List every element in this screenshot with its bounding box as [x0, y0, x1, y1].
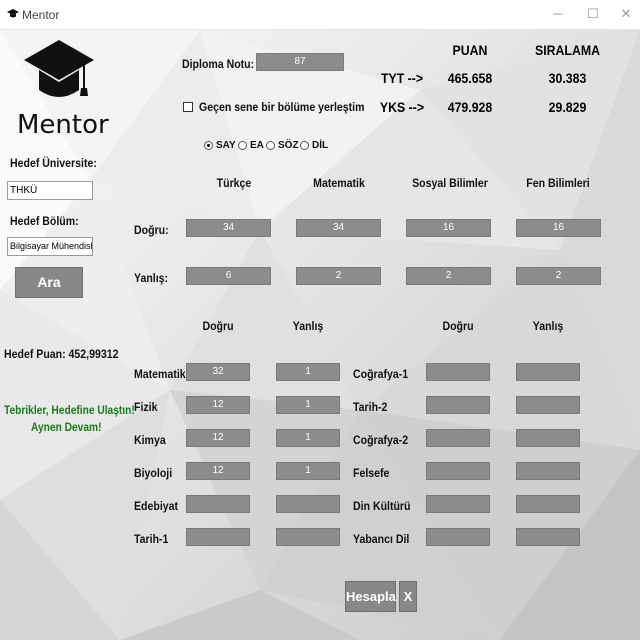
tyt-sosyal-dogru[interactable]: 16: [406, 219, 491, 237]
tarih2-dogru-input[interactable]: [426, 396, 490, 414]
subject-biyoloji-label: Biyoloji: [134, 466, 173, 480]
fizik-dogru-input[interactable]: 12: [186, 396, 250, 414]
tyt-puan: 465.658: [447, 70, 493, 86]
radio-say-label: SAY: [216, 140, 236, 151]
yks-siralama: 29.829: [548, 99, 587, 115]
ara-button[interactable]: Ara: [15, 267, 83, 298]
congrats-line-1: Tebrikler, Hedefine Ulaştın!: [4, 403, 135, 417]
title-bar: Mentor ─ ☐ ✕: [0, 0, 640, 30]
tarih2-yanlis-input[interactable]: [516, 396, 580, 414]
graduation-cap-icon: [7, 9, 19, 18]
fizik-yanlis-input[interactable]: 1: [276, 396, 340, 414]
radio-ea-label: EA: [250, 140, 264, 151]
gecen-sene-checkbox[interactable]: [183, 102, 193, 112]
tyt-dogru-label: Doğru:: [134, 223, 169, 237]
gecen-sene-label: Geçen sene bir bölüme yerleştim: [199, 100, 365, 114]
hesapla-button[interactable]: Hesapla: [345, 581, 396, 612]
tyt-header-matematik: Matematik: [313, 176, 365, 190]
kimya-dogru-input[interactable]: 12: [186, 429, 250, 447]
ayt-right-dogru-header: Doğru: [442, 319, 474, 333]
tyt-fen-dogru[interactable]: 16: [516, 219, 601, 237]
subject-matematik-label: Matematik: [134, 367, 186, 381]
yks-label: YKS -->: [379, 99, 425, 115]
ayt-right-yanlis-header: Yanlış: [532, 319, 564, 333]
tyt-matematik-yanlis[interactable]: 2: [296, 267, 381, 285]
felsefe-yanlis-input[interactable]: [516, 462, 580, 480]
siralama-header: SIRALAMA: [534, 42, 601, 58]
maximize-button[interactable]: ☐: [585, 6, 601, 22]
main-content: Mentor Hedef Üniversite: THKÜ Hedef Bölü…: [0, 30, 640, 640]
radio-soz-label: SÖZ: [278, 140, 299, 151]
hedef-puan: Hedef Puan: 452,99312: [4, 347, 119, 361]
subject-edebiyat-label: Edebiyat: [134, 499, 179, 513]
tyt-turkce-yanlis[interactable]: 6: [186, 267, 271, 285]
felsefe-dogru-input[interactable]: [426, 462, 490, 480]
window-title: Mentor: [22, 8, 60, 22]
tarih1-dogru-input[interactable]: [186, 528, 250, 546]
tyt-header-sosyal: Sosyal Bilimler: [412, 176, 488, 190]
kimya-yanlis-input[interactable]: 1: [276, 429, 340, 447]
yabanci-dil-yanlis-input[interactable]: [516, 528, 580, 546]
tyt-turkce-dogru[interactable]: 34: [186, 219, 271, 237]
diploma-label: Diploma Notu:: [182, 57, 255, 71]
subject-felsefe-label: Felsefe: [353, 466, 390, 480]
subject-tarih2-label: Tarih-2: [353, 400, 388, 414]
din-kulturu-yanlis-input[interactable]: [516, 495, 580, 513]
edebiyat-yanlis-input[interactable]: [276, 495, 340, 513]
radio-say[interactable]: [204, 141, 213, 150]
matematik-yanlis-input[interactable]: 1: [276, 363, 340, 381]
biyoloji-yanlis-input[interactable]: 1: [276, 462, 340, 480]
puan-header: PUAN: [452, 42, 488, 58]
radio-soz[interactable]: [266, 141, 275, 150]
hedef-bolum-label: Hedef Bölüm:: [10, 214, 79, 228]
yks-puan: 479.928: [447, 99, 493, 115]
cografya2-dogru-input[interactable]: [426, 429, 490, 447]
close-x-button[interactable]: X: [399, 581, 417, 612]
edebiyat-dogru-input[interactable]: [186, 495, 250, 513]
radio-ea[interactable]: [238, 141, 247, 150]
mentor-logo-cap-icon: [24, 40, 94, 97]
congrats-line-2: Aynen Devam!: [31, 420, 102, 434]
subject-yabanci-dil-label: Yabancı Dil: [353, 532, 410, 546]
biyoloji-dogru-input[interactable]: 12: [186, 462, 250, 480]
subject-cografya1-label: Coğrafya-1: [353, 367, 409, 381]
tyt-header-turkce: Türkçe: [216, 176, 252, 190]
minimize-button[interactable]: ─: [550, 6, 566, 22]
hedef-universite-input[interactable]: THKÜ: [7, 181, 93, 200]
subject-cografya2-label: Coğrafya-2: [353, 433, 409, 447]
hedef-universite-label: Hedef Üniversite:: [10, 156, 97, 170]
diploma-input[interactable]: 87: [256, 53, 344, 71]
brand-name: Mentor: [17, 110, 109, 140]
tyt-header-fen: Fen Bilimleri: [526, 176, 590, 190]
tyt-yanlis-label: Yanlış:: [134, 271, 169, 285]
cografya2-yanlis-input[interactable]: [516, 429, 580, 447]
radio-dil[interactable]: [300, 141, 309, 150]
ayt-left-yanlis-header: Yanlış: [292, 319, 324, 333]
tarih1-yanlis-input[interactable]: [276, 528, 340, 546]
hedef-bolum-input[interactable]: Bilgisayar Mühendisliği: [7, 237, 93, 256]
tyt-sosyal-yanlis[interactable]: 2: [406, 267, 491, 285]
close-window-button[interactable]: ✕: [618, 6, 634, 22]
tyt-siralama: 30.383: [548, 70, 587, 86]
subject-fizik-label: Fizik: [134, 400, 158, 414]
yabanci-dil-dogru-input[interactable]: [426, 528, 490, 546]
tyt-label: TYT -->: [380, 70, 424, 86]
cografya1-dogru-input[interactable]: [426, 363, 490, 381]
ayt-left-dogru-header: Doğru: [202, 319, 234, 333]
subject-din-kulturu-label: Din Kültürü: [353, 499, 411, 513]
tyt-matematik-dogru[interactable]: 34: [296, 219, 381, 237]
cografya1-yanlis-input[interactable]: [516, 363, 580, 381]
din-kulturu-dogru-input[interactable]: [426, 495, 490, 513]
tyt-fen-yanlis[interactable]: 2: [516, 267, 601, 285]
matematik-dogru-input[interactable]: 32: [186, 363, 250, 381]
subject-kimya-label: Kimya: [134, 433, 166, 447]
subject-tarih1-label: Tarih-1: [134, 532, 169, 546]
radio-dil-label: DİL: [312, 140, 329, 151]
